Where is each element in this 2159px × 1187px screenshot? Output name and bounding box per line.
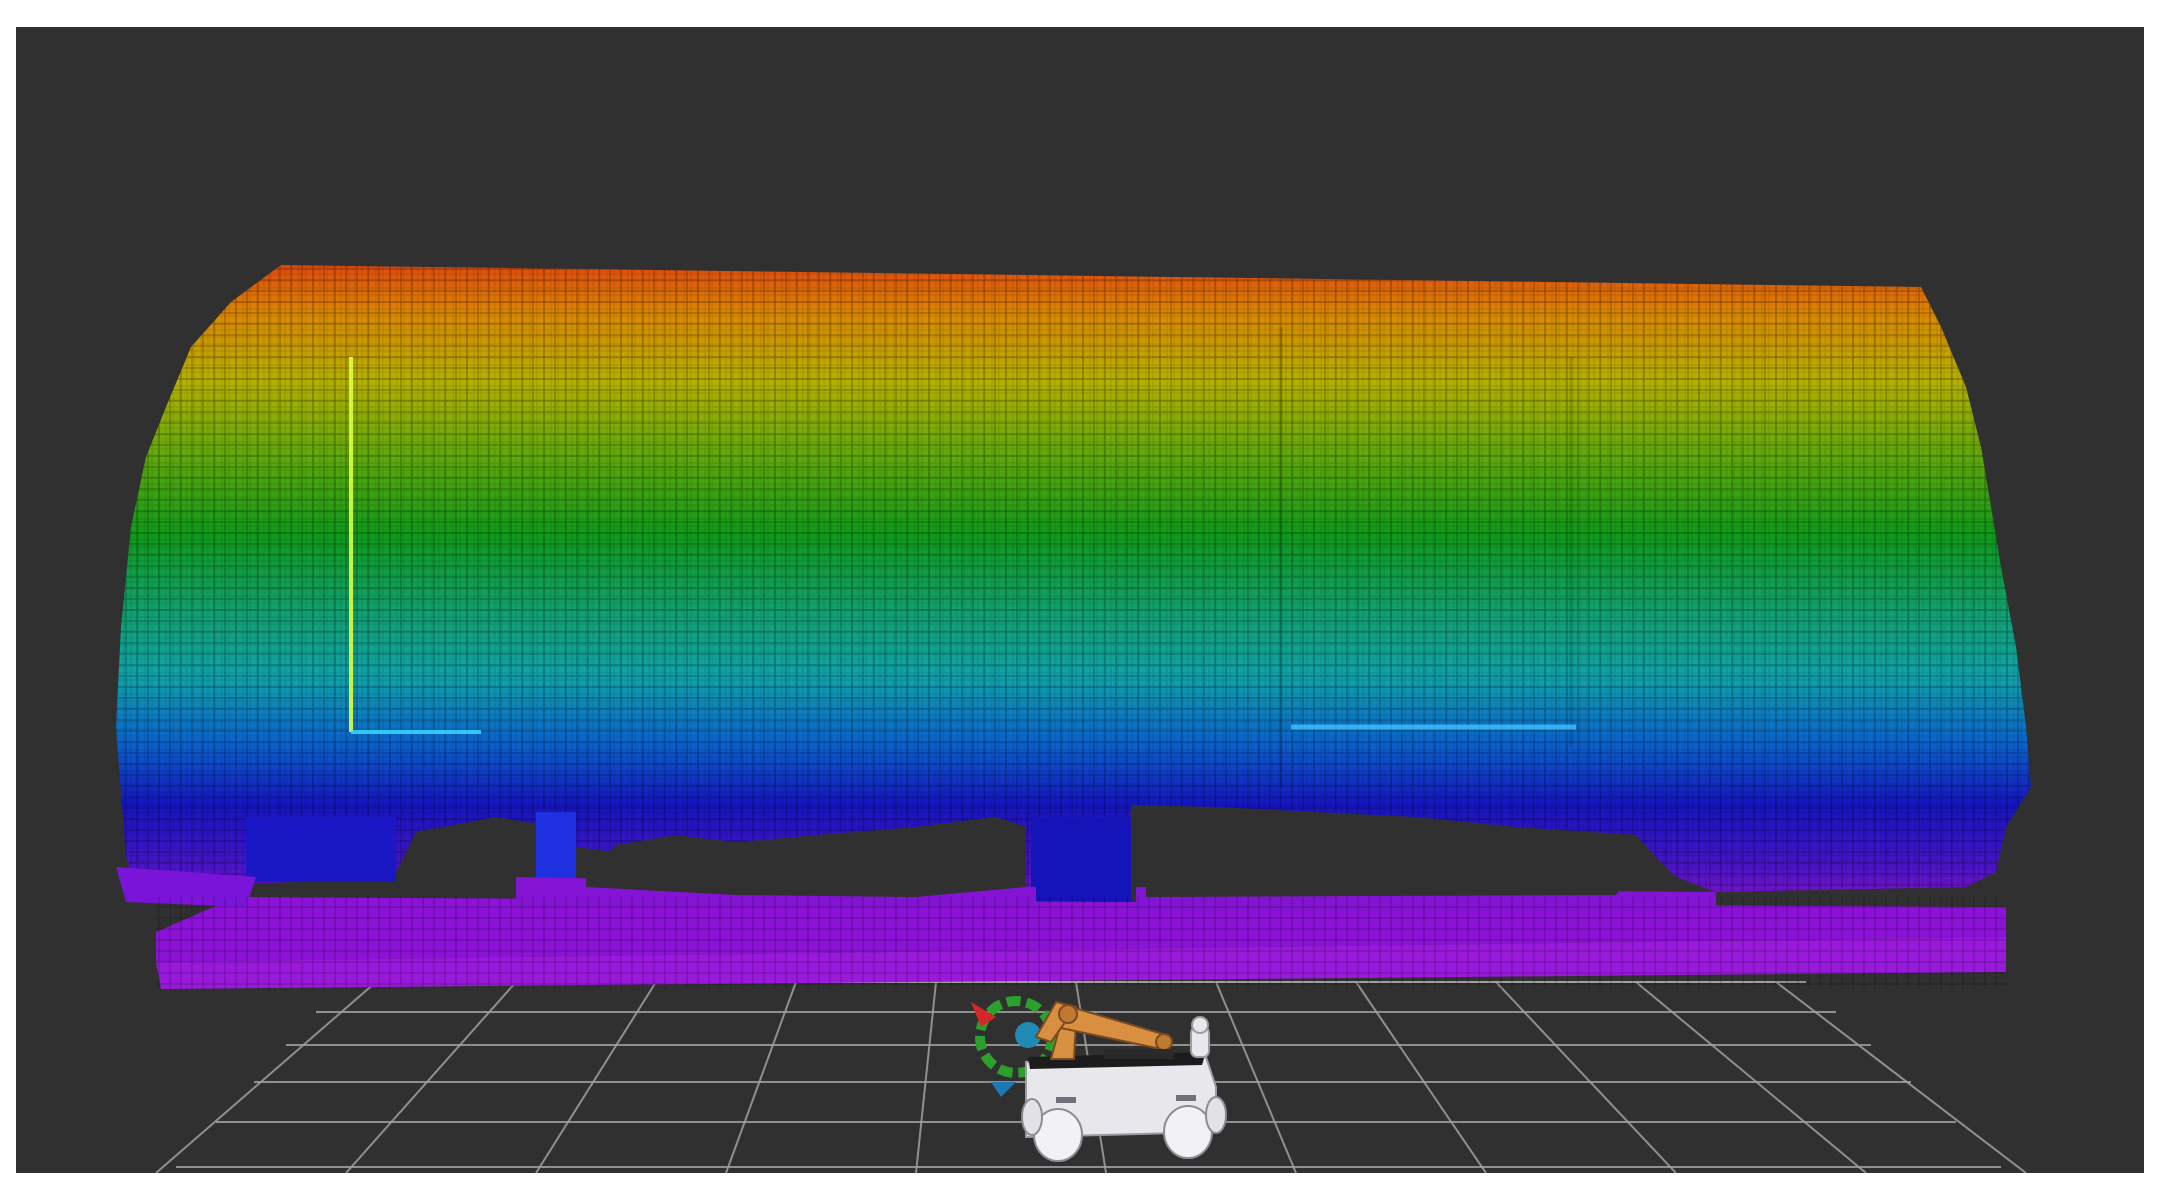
grid-line bbox=[1215, 981, 1297, 1173]
arm-rest bbox=[1104, 1049, 1174, 1059]
grid-line bbox=[535, 981, 657, 1173]
grid-line bbox=[345, 981, 517, 1173]
sensor-head bbox=[1191, 1016, 1209, 1034]
wheel bbox=[1205, 1096, 1227, 1134]
scene-canvas[interactable] bbox=[16, 27, 2144, 1173]
grid-line bbox=[1495, 981, 1677, 1173]
wheel bbox=[1163, 1105, 1213, 1159]
grid-line bbox=[1355, 981, 1487, 1173]
wheel bbox=[1021, 1098, 1043, 1136]
support-block bbox=[1031, 817, 1131, 907]
rail-grid-overlay bbox=[156, 897, 2006, 989]
grid-line bbox=[1635, 981, 1867, 1173]
gap bbox=[1146, 819, 1626, 897]
support-block bbox=[246, 817, 396, 882]
marker-arrow-y bbox=[991, 1082, 1016, 1097]
support-block bbox=[536, 812, 576, 882]
octomap-point-cloud bbox=[116, 265, 2031, 989]
robot-vent bbox=[1056, 1097, 1076, 1103]
robot-vent bbox=[1176, 1095, 1196, 1101]
grid-line bbox=[1775, 981, 2027, 1173]
arm-joint bbox=[1155, 1033, 1173, 1051]
arm-joint bbox=[1058, 1004, 1078, 1024]
3d-viewport[interactable] bbox=[16, 27, 2144, 1173]
grid-line bbox=[155, 981, 377, 1173]
grid-line bbox=[725, 981, 797, 1173]
grid-line bbox=[915, 981, 937, 1173]
